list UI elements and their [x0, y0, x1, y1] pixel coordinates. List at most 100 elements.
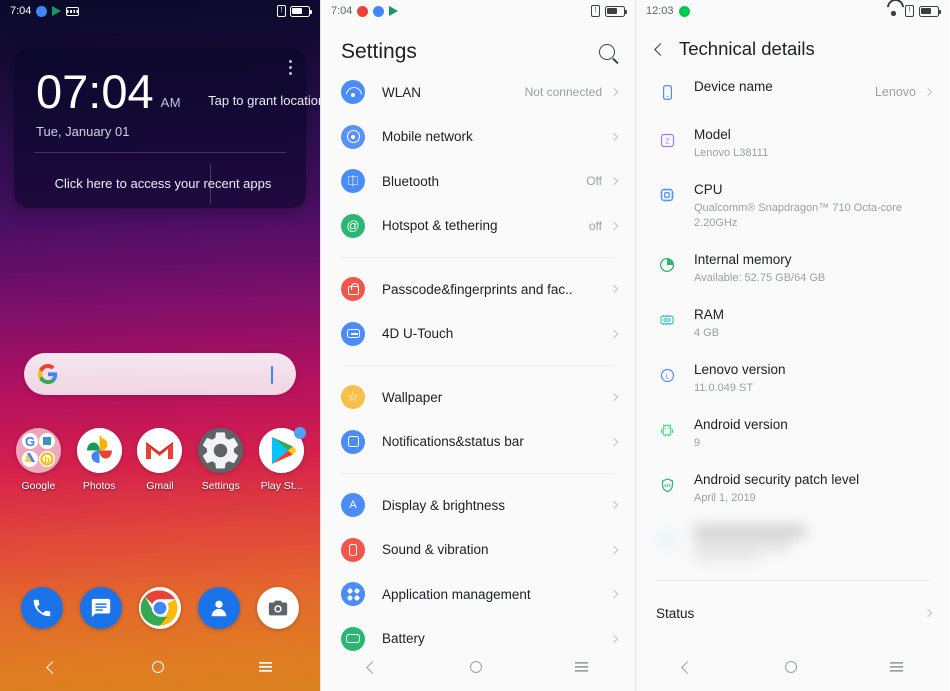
- blue-dot-icon: [36, 5, 48, 17]
- chevron-right-icon: [609, 501, 619, 510]
- settings-row-hotspot[interactable]: @ Hotspot & tethering off: [321, 204, 635, 249]
- sim-card-icon: !: [277, 5, 286, 17]
- tech-row-status[interactable]: Status: [636, 590, 949, 636]
- settings-row-notifications[interactable]: Notifications&status bar: [321, 420, 635, 465]
- more-vertical-icon[interactable]: [289, 60, 292, 75]
- settings-row-mobile-network[interactable]: Mobile network: [321, 115, 635, 160]
- play-store-icon: [389, 6, 399, 16]
- app-label: Settings: [201, 480, 240, 492]
- chevron-right-icon: [609, 590, 619, 599]
- home-icon[interactable]: [151, 661, 164, 673]
- recents-icon[interactable]: [575, 662, 589, 672]
- row-subtext: Lenovo L38111: [694, 147, 769, 160]
- google-g-icon: [38, 364, 58, 384]
- settings-row-wallpaper[interactable]: ☆ Wallpaper: [321, 375, 635, 420]
- google-photos-icon: [76, 428, 122, 473]
- sim-card-icon: !: [905, 5, 914, 17]
- back-icon[interactable]: [45, 660, 59, 674]
- svg-text:L: L: [665, 373, 669, 380]
- redacted-subtext-2: [694, 554, 760, 562]
- wifi-icon: [341, 80, 365, 105]
- phone-icon[interactable]: [20, 587, 63, 629]
- row-label: RAM: [694, 307, 724, 323]
- settings-row-bluetooth[interactable]: ⎅ Bluetooth Off: [321, 159, 635, 204]
- row-label: Wallpaper: [382, 389, 443, 405]
- phone-outline-icon: [656, 81, 678, 103]
- chevron-right-icon: [609, 132, 619, 141]
- app-icon-gmail[interactable]: Gmail: [133, 428, 187, 492]
- technical-status-bar: 12:03 !: [636, 0, 949, 22]
- row-value: Lenovo: [874, 85, 916, 99]
- settings-header: Settings: [321, 22, 635, 70]
- clock-widget[interactable]: 07:04 AM Tap to grant location Tue, Janu…: [14, 48, 320, 208]
- back-icon[interactable]: [365, 660, 379, 674]
- row-subtext: 9: [694, 437, 701, 450]
- row-label: 4D U-Touch: [382, 326, 454, 342]
- row-label: Android security patch level: [694, 472, 860, 488]
- recents-icon[interactable]: [259, 662, 273, 672]
- home-screen-panel: 7:04 ! 07:04 AM Tap to grant location Tu…: [0, 0, 320, 691]
- app-icon-settings[interactable]: Settings: [194, 428, 248, 492]
- messages-icon[interactable]: [79, 587, 122, 629]
- svg-text:Z: Z: [665, 137, 670, 145]
- lenovo-l-icon: L: [656, 364, 678, 386]
- app-icon-google[interactable]: G b Google: [11, 428, 65, 492]
- sim-card-icon: !: [591, 5, 600, 17]
- row-value: Not connected: [524, 85, 602, 100]
- row-label: Device name: [694, 79, 773, 94]
- home-icon[interactable]: [784, 661, 797, 673]
- lock-icon: [341, 277, 365, 302]
- chevron-right-icon: [609, 221, 619, 230]
- grant-location-prompt[interactable]: Tap to grant location: [208, 93, 320, 108]
- play-store-icon: [52, 6, 62, 16]
- back-arrow-icon[interactable]: [654, 42, 667, 56]
- settings-row-sound[interactable]: Sound & vibration: [321, 528, 635, 573]
- row-value: off: [588, 218, 602, 233]
- svg-text:G: G: [25, 434, 35, 449]
- chevron-right-icon: [609, 437, 619, 446]
- google-folder-icon: G b: [15, 428, 61, 473]
- recent-apps-shortcut[interactable]: Click here to access your recent apps: [14, 153, 306, 215]
- microphone-icon[interactable]: [271, 365, 282, 384]
- settings-row-display[interactable]: A Display & brightness: [321, 483, 635, 528]
- settings-row-application-management[interactable]: Application management: [321, 572, 635, 617]
- camera-icon[interactable]: [257, 587, 300, 629]
- chevron-right-icon: [923, 609, 933, 618]
- app-label: Google: [21, 480, 56, 492]
- google-search-bar[interactable]: [24, 353, 296, 395]
- settings-row-wlan[interactable]: WLAN Not connected: [321, 70, 635, 115]
- tech-row-internal-memory: Internal memory Available: 52.75 GB/64 G…: [636, 241, 949, 296]
- page-title: Technical details: [679, 38, 815, 59]
- clock-time-row: 07:04 AM Tap to grant location: [14, 48, 320, 118]
- chevron-right-icon: [609, 545, 619, 554]
- status-bar-clock: 7:04: [10, 5, 32, 17]
- row-label: WLAN: [382, 84, 422, 100]
- contacts-icon[interactable]: [198, 587, 241, 629]
- back-icon[interactable]: [680, 660, 694, 674]
- row-subtext: 4 GB: [694, 327, 720, 340]
- vibration-icon: [341, 537, 365, 562]
- app-icon-play-store[interactable]: Play St...: [255, 427, 309, 492]
- search-icon[interactable]: [599, 44, 615, 60]
- tech-row-android-version: Android version 9: [636, 406, 949, 461]
- ram-chip-icon: [656, 309, 678, 331]
- technical-list: Device name Lenovo Z Model Lenovo L38111: [636, 68, 949, 636]
- row-label: Model: [694, 127, 731, 142]
- app-icon-photos[interactable]: Photos: [72, 428, 126, 492]
- star-icon: ☆: [341, 385, 365, 410]
- gmail-icon: [137, 428, 183, 473]
- home-icon[interactable]: [469, 661, 482, 673]
- tech-row-device-name[interactable]: Device name Lenovo: [636, 68, 949, 116]
- settings-row-passcode[interactable]: Passcode&fingerprints and fac..: [321, 267, 635, 312]
- play-store-icon: [259, 427, 307, 473]
- model-z-icon: Z: [656, 129, 678, 151]
- recents-icon[interactable]: [889, 662, 903, 672]
- row-label: Android version: [694, 417, 788, 433]
- row-label: Passcode&fingerprints and fac..: [382, 281, 573, 297]
- row-label: Mobile network: [382, 129, 473, 145]
- settings-gear-icon: [198, 428, 244, 473]
- settings-row-4d-u-touch[interactable]: 4D U-Touch: [321, 312, 635, 357]
- chrome-icon[interactable]: [138, 587, 181, 629]
- clock-time: 07:04: [36, 65, 154, 118]
- row-subtext: Qualcomm® Snapdragon™ 710 Octa-core 2.20…: [694, 202, 903, 230]
